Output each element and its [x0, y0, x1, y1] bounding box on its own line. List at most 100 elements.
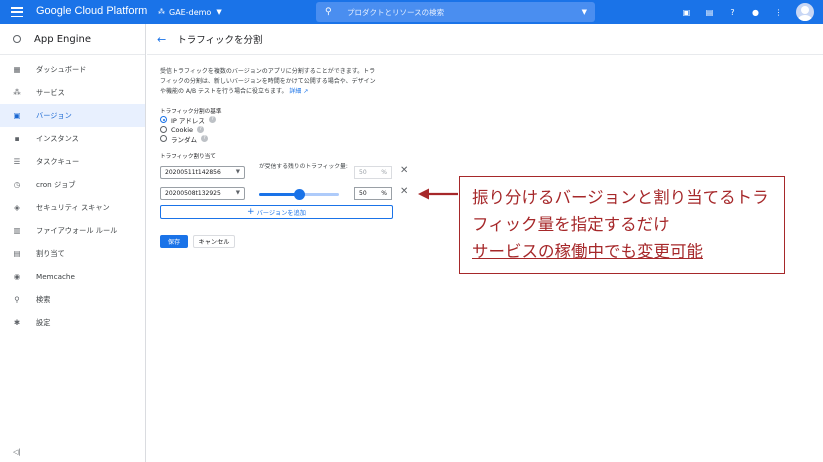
save-button[interactable]: 保存 — [160, 235, 188, 248]
search-icon: ⚲ — [325, 7, 332, 17]
sidebar-item-label: インスタンス — [36, 133, 79, 143]
sidebar-item-instances[interactable]: ▪ インスタンス — [0, 127, 145, 150]
search-input[interactable]: プロダクトとリソースの検索 — [347, 7, 444, 18]
percent-field-1: 50 % — [354, 166, 392, 179]
radio-label: ランダム — [171, 135, 197, 144]
allocation-label: トラフィック割り当て — [160, 154, 216, 160]
instances-icon: ▪ — [14, 134, 20, 143]
sidebar-item-label: セキュリティ スキャン — [36, 202, 110, 212]
help-icon[interactable]: ? — [197, 126, 205, 133]
project-icon: ⁂ — [158, 8, 165, 16]
help-icon[interactable]: ? — [201, 135, 208, 142]
more-vert-icon[interactable]: ⋮ — [767, 8, 790, 17]
collapse-sidebar-icon[interactable]: ◁| — [13, 448, 21, 456]
radio-button[interactable] — [160, 135, 167, 142]
remaining-traffic-label: が受信する残りのトラフィック量: — [259, 164, 348, 170]
sidebar-item-label: ファイアウォール ルール — [36, 225, 118, 235]
back-arrow-icon[interactable]: ← — [157, 33, 166, 46]
page-title: トラフィックを分割 — [177, 35, 263, 46]
task-queue-icon: ☰ — [13, 157, 21, 166]
callout-line: サービスの稼働中でも変更可能 — [472, 242, 703, 261]
radio-label: Cookie — [171, 125, 194, 134]
gear-icon: ✱ — [13, 318, 21, 327]
sidebar-item-memcache[interactable]: ◉ Memcache — [0, 265, 145, 288]
avatar[interactable] — [796, 3, 814, 21]
memcache-icon: ◉ — [13, 272, 21, 281]
brand-title[interactable]: Google Cloud Platform — [36, 5, 147, 17]
gift-icon[interactable]: ▣ — [675, 8, 698, 17]
add-version-button[interactable]: + バージョンを追加 — [160, 205, 393, 219]
sidebar-item-label: cron ジョブ — [36, 179, 76, 189]
percent-field-2[interactable]: 50 % — [354, 187, 392, 200]
sidebar-item-label: 設定 — [36, 317, 51, 327]
help-icon[interactable]: ? — [208, 116, 216, 123]
cloud-shell-icon[interactable]: ▤ — [698, 8, 721, 17]
slider-thumb[interactable] — [294, 189, 305, 200]
services-icon: ⁂ — [13, 88, 21, 97]
external-link-icon: ↗ — [303, 88, 309, 95]
project-selector[interactable]: ⁂ GAE-demo ▼ — [158, 4, 222, 20]
cancel-button[interactable]: キャンセル — [193, 235, 235, 248]
top-actions: ▣ ▤ ? ● ⋮ — [675, 0, 823, 24]
sidebar-item-label: 検索 — [36, 294, 51, 304]
percent-value: 50 — [359, 169, 367, 176]
annotation-callout: 振り分けるバージョンと割り当てるトラ フィック量を指定するだけ サービスの稼働中… — [459, 176, 785, 274]
sidebar-item-services[interactable]: ⁂ サービス — [0, 81, 145, 104]
callout-line: 振り分けるバージョンと割り当てるトラ — [472, 188, 769, 207]
sidebar-item-security-scan[interactable]: ◈ セキュリティ スキャン — [0, 196, 145, 219]
sidebar-item-label: 割り当て — [36, 248, 65, 258]
learn-more-link[interactable]: 詳細 — [289, 88, 301, 95]
versions-icon: ▣ — [13, 111, 21, 120]
remove-version-1-icon[interactable]: ✕ — [400, 165, 408, 176]
sidebar-item-cron[interactable]: ◷ cron ジョブ — [0, 173, 145, 196]
description-line: や機能の A/B テストを行う場合に役立ちます。 — [160, 88, 288, 95]
version-select-2[interactable]: 20200508t132925 ▼ — [160, 187, 245, 200]
sidebar-item-dashboard[interactable]: ▦ ダッシュボード — [0, 58, 145, 81]
radio-label: IP アドレス — [171, 116, 205, 125]
page-description: 受信トラフィックを複数のバージョンのアプリに分割することができます。トラ フィッ… — [160, 67, 422, 97]
sidebar-item-settings[interactable]: ✱ 設定 — [0, 311, 145, 334]
traffic-slider[interactable] — [259, 189, 339, 200]
top-bar: Google Cloud Platform ⁂ GAE-demo ▼ ⚲ プロダ… — [0, 0, 823, 24]
dashboard-icon: ▦ — [13, 65, 21, 74]
description-line: 受信トラフィックを複数のバージョンのアプリに分割することができます。トラ — [160, 68, 376, 75]
sidebar-title: App Engine — [34, 33, 91, 45]
radio-button[interactable] — [160, 116, 167, 123]
chevron-down-icon: ▼ — [235, 190, 240, 196]
plus-icon: + — [247, 207, 255, 217]
chevron-down-icon[interactable]: ▼ — [582, 8, 587, 16]
chevron-down-icon: ▼ — [216, 8, 222, 16]
slider-fill — [259, 193, 299, 196]
remove-version-2-icon[interactable]: ✕ — [400, 186, 408, 197]
percent-unit: % — [381, 169, 387, 176]
sidebar-item-task-queue[interactable]: ☰ タスクキュー — [0, 150, 145, 173]
description-line: フィックの分割は、新しいバージョンを時間をかけて公開する場合や、デザイン — [160, 78, 376, 85]
sidebar-header: App Engine — [0, 24, 145, 55]
sidebar-item-firewall[interactable]: ▥ ファイアウォール ルール — [0, 219, 145, 242]
callout-line: フィック量を指定するだけ — [472, 215, 670, 234]
radio-random[interactable]: ランダム ? — [160, 134, 208, 144]
notifications-icon[interactable]: ● — [744, 8, 767, 17]
version-id: 20200511t142856 — [165, 169, 221, 176]
search-icon: ⚲ — [14, 295, 20, 304]
version-select-1[interactable]: 20200511t142856 ▼ — [160, 166, 245, 179]
sidebar-item-label: Memcache — [36, 272, 75, 281]
sidebar-item-quota[interactable]: ▤ 割り当て — [0, 242, 145, 265]
help-icon[interactable]: ? — [721, 8, 744, 17]
percent-value[interactable]: 50 — [359, 190, 367, 197]
search-bar[interactable]: ⚲ プロダクトとリソースの検索 ▼ — [316, 2, 595, 22]
firewall-icon: ▥ — [13, 226, 21, 235]
clock-icon: ◷ — [13, 180, 21, 189]
menu-icon[interactable] — [11, 6, 23, 18]
sidebar-item-label: タスクキュー — [36, 156, 80, 166]
radio-button[interactable] — [160, 126, 167, 133]
percent-unit: % — [381, 190, 387, 197]
app-engine-icon — [10, 32, 24, 46]
sidebar-item-search[interactable]: ⚲ 検索 — [0, 288, 145, 311]
sidebar-item-label: サービス — [36, 87, 65, 97]
chevron-down-icon: ▼ — [235, 169, 240, 175]
shield-icon: ◈ — [14, 203, 20, 212]
radio-ip-address[interactable]: IP アドレス ? — [160, 115, 216, 125]
page-header: ← トラフィックを分割 — [147, 24, 823, 55]
sidebar-item-versions[interactable]: ▣ バージョン — [0, 104, 145, 127]
